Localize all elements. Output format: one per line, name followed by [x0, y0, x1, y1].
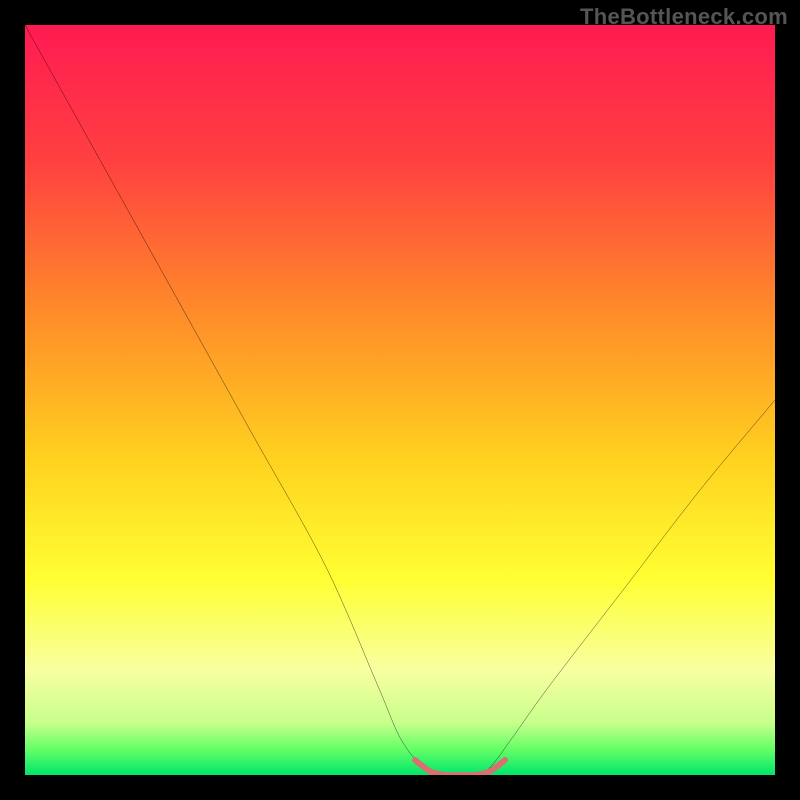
optimal-band [415, 760, 505, 775]
chart-frame: TheBottleneck.com [0, 0, 800, 800]
bottleneck-curve [25, 25, 775, 775]
curve-layer [25, 25, 775, 775]
watermark-text: TheBottleneck.com [580, 4, 788, 30]
plot-area [25, 25, 775, 775]
